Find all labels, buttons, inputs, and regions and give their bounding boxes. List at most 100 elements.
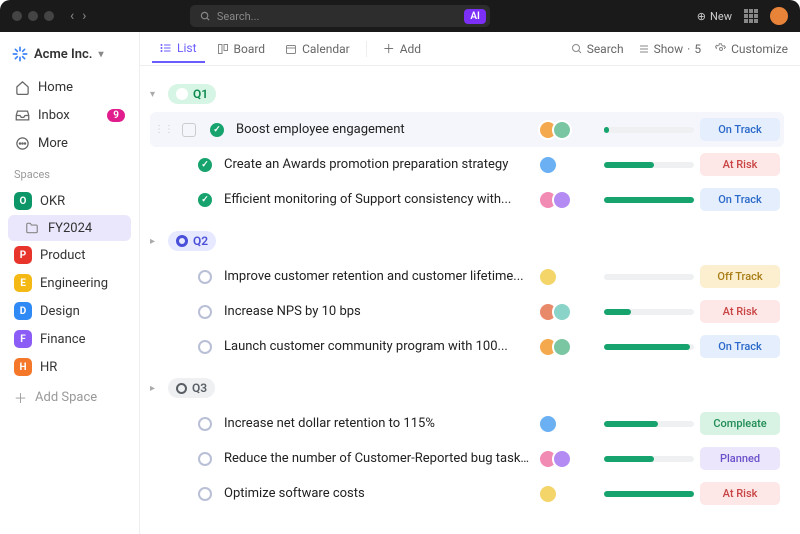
add-view-button[interactable]: ＋ Add — [375, 34, 429, 63]
row-checkbox[interactable] — [182, 123, 196, 137]
workspace-switcher[interactable]: Acme Inc. ▾ — [8, 42, 131, 66]
task-group: ▸ Q3 Increase net dollar retention to 115%… — [150, 374, 784, 511]
toolbar-show[interactable]: Show · 5 — [638, 42, 702, 56]
plus-circle-icon: ⊕ — [697, 10, 706, 23]
status-pill[interactable]: On Track — [700, 118, 780, 141]
toolbar-search[interactable]: Search — [571, 42, 624, 56]
task-list: ▾ ✓Q1 ⋮⋮ Boost employee engagement On Track C… — [140, 66, 800, 534]
task-row[interactable]: Optimize software costs At Risk — [194, 476, 784, 511]
assignees — [538, 414, 598, 434]
main-panel: List Board Calendar ＋ Add Search — [140, 32, 800, 534]
global-search[interactable]: Search... AI — [190, 5, 490, 27]
space-chip: F — [14, 330, 32, 348]
status-pill[interactable]: Compleate — [700, 412, 780, 435]
space-label: Design — [40, 304, 80, 319]
sliders-icon — [638, 43, 650, 55]
group-name: Q2 — [193, 234, 208, 248]
progress-bar — [604, 162, 694, 168]
task-title: Create an Awards promotion preparation s… — [224, 157, 532, 172]
assignee-avatar[interactable] — [538, 267, 558, 287]
plus-icon: ＋ — [383, 40, 395, 57]
assignee-avatar[interactable] — [552, 302, 572, 322]
status-pill[interactable]: On Track — [700, 188, 780, 211]
status-icon[interactable] — [198, 270, 212, 284]
view-bar: List Board Calendar ＋ Add Search — [140, 32, 800, 66]
task-row[interactable]: Improve customer retention and customer … — [194, 259, 784, 294]
status-icon[interactable] — [198, 305, 212, 319]
space-folder[interactable]: FY2024 — [8, 215, 131, 241]
gear-icon — [715, 43, 727, 55]
status-pill[interactable]: Planned — [700, 447, 780, 470]
task-row[interactable]: ⋮⋮ Boost employee engagement On Track — [150, 112, 784, 147]
space-label: FY2024 — [48, 221, 92, 236]
group-badge[interactable]: Q3 — [168, 378, 215, 398]
view-tab-calendar[interactable]: Calendar — [277, 36, 358, 62]
user-avatar[interactable] — [770, 7, 788, 25]
space-label: OKR — [40, 194, 65, 209]
traffic-dot[interactable] — [44, 11, 54, 21]
apps-grid-icon[interactable] — [744, 9, 758, 23]
new-button[interactable]: ⊕ New — [697, 10, 732, 23]
nav-home[interactable]: Home — [8, 74, 131, 100]
ai-badge[interactable]: AI — [464, 9, 486, 24]
status-open-icon — [176, 383, 187, 394]
status-pill[interactable]: At Risk — [700, 153, 780, 176]
task-row[interactable]: Efficient monitoring of Support consiste… — [194, 182, 784, 217]
toolbar-customize[interactable]: Customize — [715, 42, 788, 56]
traffic-dot[interactable] — [12, 11, 22, 21]
traffic-dot[interactable] — [28, 11, 38, 21]
status-icon[interactable] — [198, 193, 212, 207]
group-badge[interactable]: Q2 — [168, 231, 216, 251]
assignee-avatar[interactable] — [552, 449, 572, 469]
back-icon[interactable]: ‹ — [70, 8, 74, 24]
task-row[interactable]: Reduce the number of Customer-Reported b… — [194, 441, 784, 476]
task-title: Optimize software costs — [224, 486, 532, 501]
status-icon[interactable] — [198, 417, 212, 431]
group-badge[interactable]: ✓Q1 — [168, 84, 216, 104]
space-item[interactable]: OOKR — [8, 187, 131, 215]
status-icon[interactable] — [198, 487, 212, 501]
group-toggle[interactable]: ▸ — [150, 236, 160, 247]
space-item[interactable]: HHR — [8, 353, 131, 381]
progress-bar — [604, 197, 694, 203]
forward-icon[interactable]: › — [82, 8, 86, 24]
assignees — [538, 120, 598, 140]
status-pill[interactable]: At Risk — [700, 300, 780, 323]
assignee-avatar[interactable] — [538, 414, 558, 434]
status-pill[interactable]: On Track — [700, 335, 780, 358]
status-pill[interactable]: Off Track — [700, 265, 780, 288]
status-pill[interactable]: At Risk — [700, 482, 780, 505]
space-item[interactable]: EEngineering — [8, 269, 131, 297]
board-icon — [217, 43, 229, 55]
task-row[interactable]: Launch customer community program with 1… — [194, 329, 784, 364]
view-tab-board[interactable]: Board — [209, 36, 274, 62]
nav-inbox[interactable]: Inbox 9 — [8, 102, 131, 128]
more-icon — [14, 135, 30, 151]
plus-icon: ＋ — [14, 388, 27, 407]
task-row[interactable]: Create an Awards promotion preparation s… — [194, 147, 784, 182]
task-title: Boost employee engagement — [236, 122, 532, 137]
status-icon[interactable] — [198, 158, 212, 172]
status-icon[interactable] — [210, 123, 224, 137]
view-tab-list[interactable]: List — [152, 35, 205, 63]
space-item[interactable]: DDesign — [8, 297, 131, 325]
assignee-avatar[interactable] — [538, 484, 558, 504]
space-item[interactable]: FFinance — [8, 325, 131, 353]
group-toggle[interactable]: ▾ — [150, 89, 160, 100]
status-icon[interactable] — [198, 340, 212, 354]
nav-more[interactable]: More — [8, 130, 131, 156]
drag-handle-icon[interactable]: ⋮⋮ — [154, 124, 176, 135]
assignee-avatar[interactable] — [552, 120, 572, 140]
add-space-button[interactable]: ＋ Add Space — [8, 383, 131, 412]
assignee-avatar[interactable] — [552, 190, 572, 210]
space-item[interactable]: PProduct — [8, 241, 131, 269]
assignee-avatar[interactable] — [538, 155, 558, 175]
task-row[interactable]: Increase NPS by 10 bpsAt Risk — [194, 294, 784, 329]
group-name: Q3 — [192, 381, 207, 395]
task-row[interactable]: Increase net dollar retention to 115%Com… — [194, 406, 784, 441]
task-title: Improve customer retention and customer … — [224, 269, 532, 284]
status-icon[interactable] — [198, 452, 212, 466]
assignees — [538, 337, 598, 357]
assignee-avatar[interactable] — [552, 337, 572, 357]
group-toggle[interactable]: ▸ — [150, 383, 160, 394]
